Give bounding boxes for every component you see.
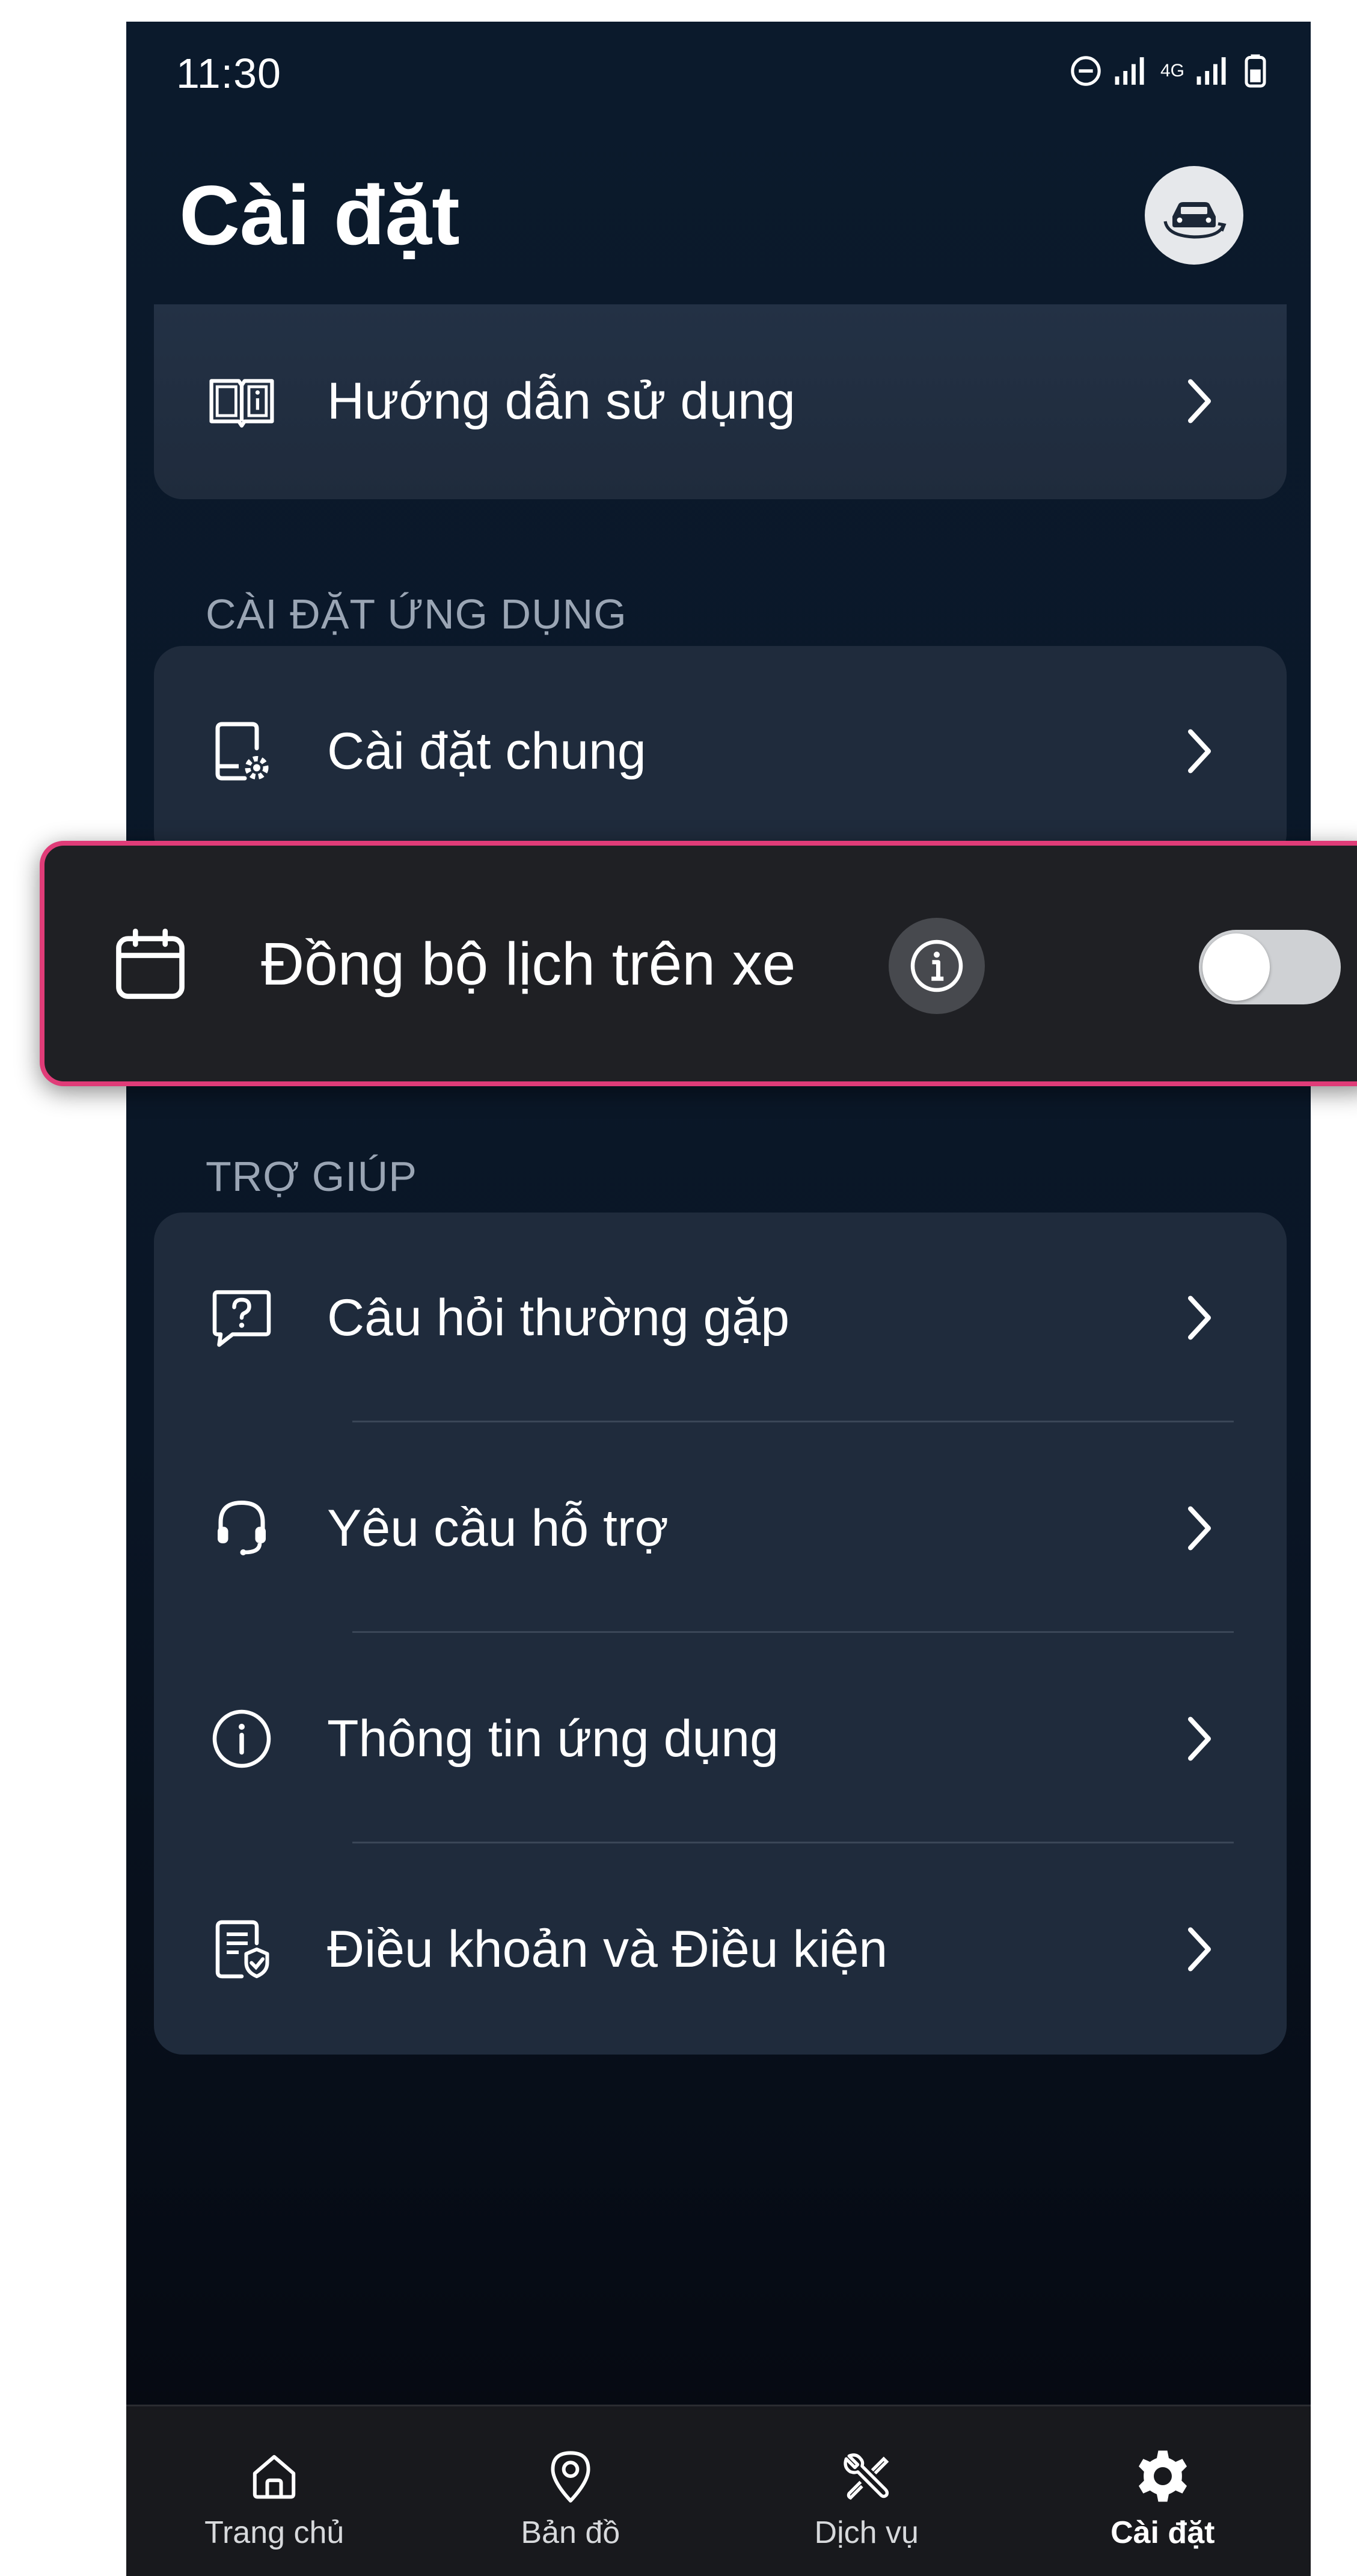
- status-icons: 4G: [1069, 53, 1269, 89]
- nav-item-map[interactable]: Bản đồ: [423, 2406, 719, 2576]
- nav-label: Cài đặt: [1110, 2515, 1215, 2550]
- section-header-app-settings: CÀI ĐẶT ỨNG DỤNG: [206, 591, 627, 638]
- battery-icon: [1245, 54, 1266, 88]
- support-request-label: Yêu cầu hỗ trợ: [327, 1499, 669, 1557]
- faq-label: Câu hỏi thường gặp: [327, 1288, 790, 1347]
- chevron-right-icon: [1178, 1291, 1221, 1345]
- network-type-label: 4G: [1160, 61, 1184, 81]
- guide-card: Hướng dẫn sử dụng: [154, 304, 1287, 499]
- chevron-right-icon: [1178, 374, 1221, 428]
- app-info-row[interactable]: Thông tin ứng dụng: [154, 1634, 1287, 1844]
- chevron-right-icon: [1178, 1501, 1221, 1555]
- calendar-icon: [109, 924, 191, 1009]
- book-icon: [207, 366, 277, 436]
- nav-label: Bản đồ: [521, 2515, 620, 2550]
- section-header-help: TRỢ GIÚP: [206, 1153, 417, 1200]
- info-button[interactable]: [889, 918, 985, 1014]
- app-settings-card: Cài đặt chung: [154, 646, 1287, 862]
- info-circle-icon: [207, 1704, 277, 1774]
- faq-icon: [207, 1283, 277, 1353]
- map-pin-icon: [535, 2440, 607, 2512]
- terms-label: Điều khoản và Điều kiện: [327, 1920, 888, 1978]
- phone-settings-icon: [207, 716, 277, 786]
- divider: [352, 1631, 1234, 1633]
- help-card: Câu hỏi thường gặp Yêu cầu hỗ trợ Thông …: [154, 1213, 1287, 2055]
- nav-item-settings[interactable]: Cài đặt: [1015, 2406, 1311, 2576]
- signal-icon: [1115, 57, 1144, 85]
- calendar-sync-row[interactable]: Đồng bộ lịch trên xe: [40, 841, 1357, 1086]
- nav-item-home[interactable]: Trang chủ: [126, 2406, 423, 2576]
- phone-screen: 11:30 4G Cài đặt Hướng dẫn sử dụng CÀI Đ…: [126, 22, 1311, 2576]
- page-title: Cài đặt: [179, 168, 460, 262]
- user-guide-row[interactable]: Hướng dẫn sử dụng: [154, 296, 1287, 506]
- tools-icon: [830, 2440, 902, 2512]
- info-icon: [910, 939, 963, 992]
- car-switch-button[interactable]: [1145, 166, 1243, 265]
- car-sync-icon: [1163, 202, 1227, 239]
- signal-icon-2: [1196, 57, 1226, 85]
- terms-row[interactable]: Điều khoản và Điều kiện: [154, 1844, 1287, 2055]
- document-shield-icon: [207, 1914, 277, 1984]
- calendar-sync-label: Đồng bộ lịch trên xe: [261, 930, 796, 998]
- home-icon: [238, 2440, 310, 2512]
- chevron-right-icon: [1178, 724, 1221, 778]
- app-info-label: Thông tin ứng dụng: [327, 1709, 779, 1768]
- chevron-right-icon: [1178, 1922, 1221, 1976]
- general-settings-row[interactable]: Cài đặt chung: [154, 646, 1287, 856]
- calendar-sync-toggle[interactable]: [1199, 930, 1341, 1004]
- support-request-row[interactable]: Yêu cầu hỗ trợ: [154, 1423, 1287, 1634]
- gear-icon: [1127, 2440, 1199, 2512]
- do-not-disturb-icon: [1071, 56, 1101, 86]
- nav-item-services[interactable]: Dịch vụ: [718, 2406, 1015, 2576]
- divider: [352, 1842, 1234, 1843]
- bottom-nav: Trang chủ Bản đồ Dịch vụ Cài đặt: [126, 2405, 1311, 2576]
- toggle-knob: [1202, 933, 1270, 1001]
- nav-label: Trang chủ: [204, 2515, 345, 2550]
- general-settings-label: Cài đặt chung: [327, 722, 646, 780]
- headset-icon: [207, 1493, 277, 1563]
- user-guide-label: Hướng dẫn sử dụng: [327, 372, 795, 430]
- status-bar: 11:30 4G: [126, 22, 1311, 124]
- status-time: 11:30: [176, 50, 281, 97]
- chevron-right-icon: [1178, 1712, 1221, 1766]
- nav-label: Dịch vụ: [814, 2515, 919, 2550]
- faq-row[interactable]: Câu hỏi thường gặp: [154, 1213, 1287, 1423]
- divider: [352, 1421, 1234, 1422]
